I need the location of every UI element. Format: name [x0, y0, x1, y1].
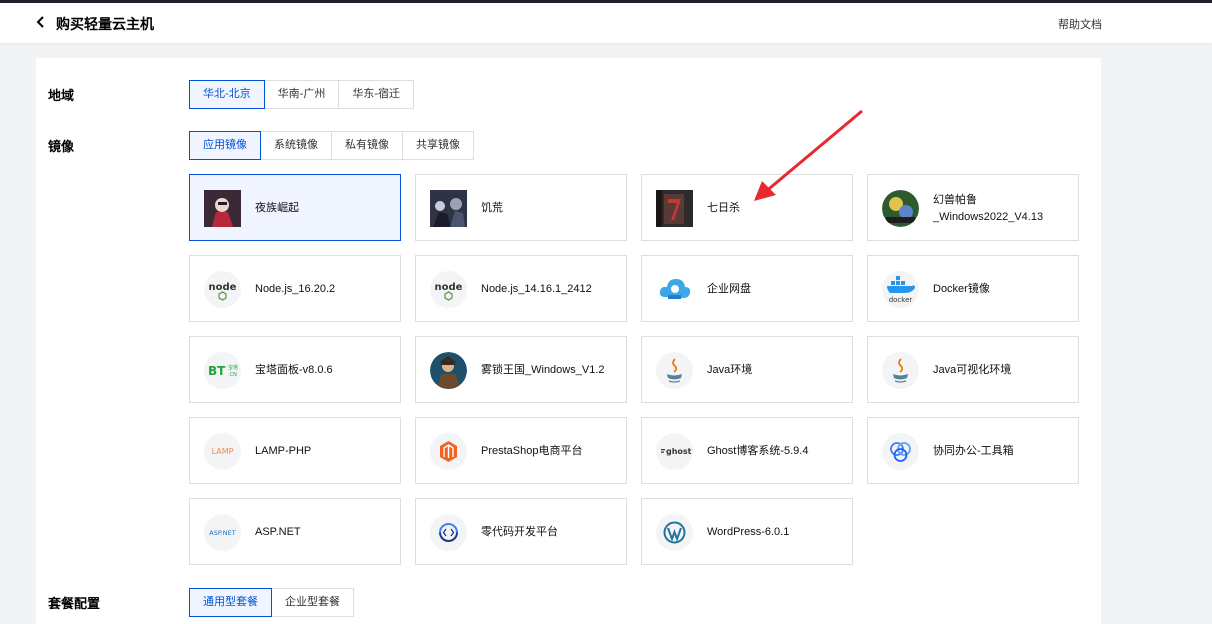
image-card-enterprise-drive[interactable]: 企业网盘 [641, 255, 853, 322]
svg-text:docker: docker [889, 296, 913, 304]
plan-type-tabs: 通用型套餐 企业型套餐 [189, 588, 354, 617]
svg-text:BT: BT [208, 364, 226, 378]
back-chevron-icon[interactable] [34, 13, 48, 31]
region-option-beijing[interactable]: 华北-北京 [189, 80, 265, 109]
image-card-label: 夜族崛起 [255, 202, 299, 214]
region-option-suqian[interactable]: 华东-宿迁 [338, 80, 415, 109]
image-card-ghost[interactable]: ghost Ghost博客系统-5.9.4 [641, 417, 853, 484]
plan-label: 套餐配置 [48, 596, 101, 611]
svg-text:ghost: ghost [666, 447, 692, 456]
region-selector: 华北-北京 华南-广州 华东-宿迁 [189, 80, 415, 109]
image-card-docker[interactable]: docker Docker镜像 [867, 255, 1079, 322]
lamp-icon: LAMP [204, 433, 241, 470]
purchase-panel: 地域 华北-北京 华南-广州 华东-宿迁 镜像 应用镜像 系统镜像 私有镜像 共… [36, 58, 1101, 624]
nodejs-icon: node [430, 271, 467, 308]
image-card-dont-starve[interactable]: 饥荒 [415, 174, 627, 241]
tab-general-plan[interactable]: 通用型套餐 [189, 588, 272, 617]
image-card-label: LAMP-PHP [255, 445, 312, 457]
palworld-game-icon [882, 190, 919, 227]
image-card-label: 宝塔面板-v8.0.6 [255, 364, 333, 376]
svg-text:LAMP: LAMP [212, 447, 234, 456]
image-card-label: Node.js_16.20.2 [255, 283, 336, 295]
dont-starve-game-icon [430, 190, 467, 227]
image-card-label: 企业网盘 [707, 283, 751, 295]
svg-text:.CN: .CN [228, 372, 237, 378]
enshrouded-game-icon [430, 352, 467, 389]
nodejs-icon: node [204, 271, 241, 308]
image-card-nodejs-16[interactable]: node Node.js_16.20.2 [189, 255, 401, 322]
image-card-lamp-php[interactable]: LAMP LAMP-PHP [189, 417, 401, 484]
prestashop-icon [430, 433, 467, 470]
image-card-bt-panel[interactable]: BT 宝塔 .CN 宝塔面板-v8.0.6 [189, 336, 401, 403]
image-card-label: 饥荒 [481, 202, 503, 214]
image-card-label: Node.js_14.16.1_2412 [481, 283, 592, 295]
wordpress-icon [656, 514, 693, 551]
image-card-label: PrestaShop电商平台 [481, 445, 583, 457]
7-days-to-die-game-icon [656, 190, 693, 227]
image-card-label: 零代码开发平台 [481, 526, 558, 538]
image-card-collaboration[interactable]: 协同办公-工具箱 [867, 417, 1079, 484]
tab-shared-image[interactable]: 共享镜像 [402, 131, 474, 160]
image-card-label: Docker镜像 [933, 283, 990, 295]
bt-panel-icon: BT 宝塔 .CN [204, 352, 241, 389]
image-card-label: 协同办公-工具箱 [933, 445, 1014, 457]
image-card-enshrouded[interactable]: 雾锁王国_Windows_V1.2 [415, 336, 627, 403]
image-card-java-visual[interactable]: Java可视化环境 [867, 336, 1079, 403]
cloud-disk-icon [656, 271, 693, 308]
image-card-vrising[interactable]: 夜族崛起 [189, 174, 401, 241]
image-card-label: 幻兽帕鲁_Windows2022_V4.13 [933, 193, 1044, 223]
image-card-aspnet[interactable]: ASP.NET ASP.NET [189, 498, 401, 565]
ghost-icon: ghost [656, 433, 693, 470]
image-label: 镜像 [48, 139, 75, 154]
aspnet-icon: ASP.NET [204, 514, 241, 551]
lowcode-icon [430, 514, 467, 551]
image-card-lowcode[interactable]: 零代码开发平台 [415, 498, 627, 565]
docker-icon: docker [882, 271, 919, 308]
page-title: 购买轻量云主机 [56, 16, 154, 32]
image-type-tabs: 应用镜像 系统镜像 私有镜像 共享镜像 [189, 131, 474, 160]
svg-text:宝塔: 宝塔 [228, 364, 238, 371]
tab-system-image[interactable]: 系统镜像 [260, 131, 332, 160]
image-card-label: WordPress-6.0.1 [707, 526, 790, 538]
tab-enterprise-plan[interactable]: 企业型套餐 [271, 588, 354, 617]
image-card-7-days-to-die[interactable]: 七日杀 [641, 174, 853, 241]
image-card-nodejs-14[interactable]: node Node.js_14.16.1_2412 [415, 255, 627, 322]
image-card-label: 七日杀 [707, 202, 740, 214]
collaboration-icon [882, 433, 919, 470]
svg-text:ASP.NET: ASP.NET [209, 529, 236, 537]
image-card-label: 雾锁王国_Windows_V1.2 [481, 364, 605, 376]
java-icon [882, 352, 919, 389]
image-card-label: Java可视化环境 [933, 364, 1012, 376]
help-docs-link[interactable]: 帮助文档 [1058, 16, 1102, 32]
page-header: 购买轻量云主机 帮助文档 [0, 3, 1212, 43]
image-card-label: Java环境 [707, 364, 753, 376]
tab-app-image[interactable]: 应用镜像 [189, 131, 261, 160]
image-card-java[interactable]: Java环境 [641, 336, 853, 403]
image-card-palworld[interactable]: 幻兽帕鲁_Windows2022_V4.13 [867, 174, 1079, 241]
region-option-guangzhou[interactable]: 华南-广州 [263, 80, 340, 109]
vrising-game-icon [204, 190, 241, 227]
region-label: 地域 [48, 88, 75, 103]
image-card-label: ASP.NET [255, 526, 301, 538]
tab-private-image[interactable]: 私有镜像 [331, 131, 403, 160]
image-card-label: Ghost博客系统-5.9.4 [707, 445, 809, 457]
image-card-wordpress[interactable]: WordPress-6.0.1 [641, 498, 853, 565]
image-card-prestashop[interactable]: PrestaShop电商平台 [415, 417, 627, 484]
java-icon [656, 352, 693, 389]
